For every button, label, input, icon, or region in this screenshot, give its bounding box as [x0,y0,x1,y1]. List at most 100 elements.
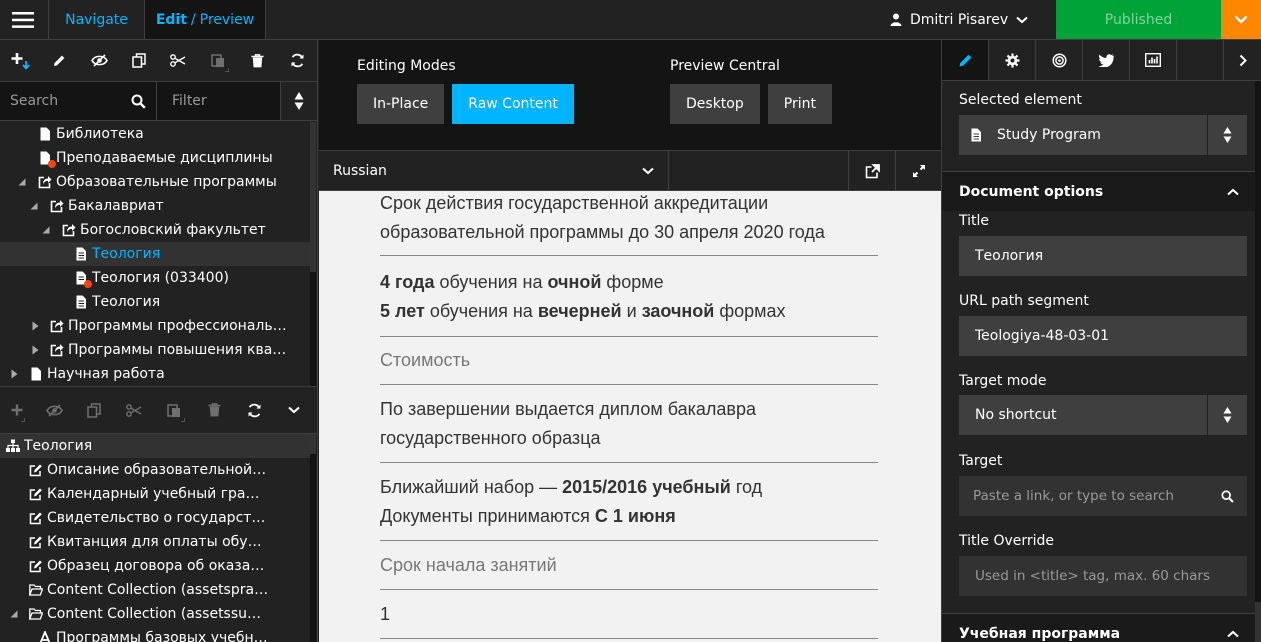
document-icon [76,247,86,261]
content-preview[interactable]: Срок действия государственной аккредитац… [319,191,941,642]
document-tree-scrollbar[interactable] [310,122,316,386]
tree-node[interactable]: Бакалавриат [0,194,310,218]
paste-node-button[interactable] [198,40,238,81]
add-node-button[interactable] [0,40,40,81]
title-label: Title [959,213,990,229]
target-mode-select[interactable]: No shortcut [959,395,1247,435]
copy-node-button[interactable] [119,40,159,81]
content-node[interactable]: Программы базовых учебных... [0,626,310,642]
study-program-header[interactable]: Учебная программа [942,613,1256,642]
title-override-input[interactable]: Used in <title> tag, max. 60 chars [959,556,1247,596]
collapse-inspector-button[interactable] [1223,40,1261,80]
paste-options-marker [181,417,185,422]
content-tree: Теология Описание образовательной п... К… [0,434,310,642]
tree-node[interactable]: Библиотека [0,122,310,146]
content-node[interactable]: Свидетельство о государстве... [0,506,310,530]
tab-edit[interactable] [942,40,989,80]
content-node[interactable]: Content Collection (assetspracti... [0,578,310,602]
toggle-content-tree-button[interactable] [274,390,314,431]
filter-input[interactable]: Filter [157,82,281,120]
user-menu[interactable]: Dmitri Pisarev [890,0,1028,39]
fullscreen-button[interactable] [895,151,941,191]
tab-edit-preview[interactable]: Edit / Preview [144,0,266,39]
delete-node-button[interactable] [238,40,278,81]
menu-icon[interactable] [0,0,46,39]
content-node[interactable]: Квитанция для оплаты обуче... [0,530,310,554]
content-node[interactable]: Образец договора об оказани... [0,554,310,578]
tree-node[interactable]: Образовательные программы [0,170,310,194]
add-content-button[interactable] [0,390,34,431]
refresh-content-button[interactable] [234,390,274,431]
filter-placeholder: Filter [172,93,207,109]
tree-node[interactable]: Программы повышения квал... [0,338,310,362]
inplace-mode-button[interactable]: In-Place [357,84,445,124]
language-select[interactable]: Russian [319,151,669,191]
tree-node[interactable]: Преподаваемые дисциплины [0,146,310,170]
hide-content-button[interactable] [34,390,74,431]
open-external-button[interactable] [849,151,895,191]
title-input[interactable]: Теология [959,236,1247,276]
tab-twitter[interactable] [1083,40,1130,80]
collapse-icon[interactable] [8,608,20,620]
raw-content-mode-button[interactable]: Raw Content [452,84,574,124]
url-label: URL path segment [959,293,1089,309]
cut-node-button[interactable] [159,40,199,81]
url-path-input[interactable]: Teologiya-48-03-01 [959,316,1247,356]
left-panel: Search Filter Библиотека Преподаваемые д… [0,40,318,642]
expand-icon[interactable] [29,320,41,332]
folder-open-icon [29,584,43,596]
enrollment-text[interactable]: Ближайший набор — 2015/2016 учебный год … [380,473,878,541]
collapse-icon[interactable] [28,200,40,212]
expand-icon[interactable] [8,368,20,380]
filter-type-select[interactable] [281,82,317,120]
tree-node-selected[interactable]: Теология [0,242,310,266]
study-duration-text[interactable]: 4 года обучения на очной форме 5 лет обу… [380,268,878,337]
publish-dropdown-button[interactable] [1221,0,1261,39]
tree-node[interactable]: Теология (033400) [0,266,310,290]
paste-content-button[interactable] [154,390,194,431]
tree-node[interactable]: Программы профессиональн... [0,314,310,338]
content-tree-root[interactable]: Теология [0,434,310,458]
edit-node-button[interactable] [40,40,80,81]
top-bar: Navigate Edit / Preview Dmitri Pisarev P… [0,0,1261,40]
search-input[interactable]: Search [0,82,157,120]
tree-node[interactable]: Теология [0,290,310,314]
refresh-tree-button[interactable] [277,40,317,81]
document-tree: Библиотека Преподаваемые дисциплины Обра… [0,122,310,386]
document-options-header[interactable]: Document options [942,171,1256,211]
collapse-icon[interactable] [16,176,28,188]
content-node[interactable]: Календарный учебный график [0,482,310,506]
content-node[interactable]: Описание образовательной п... [0,458,310,482]
editing-modes-title: Editing Modes [357,58,456,74]
cost-heading[interactable]: Стоимость [380,346,878,385]
copy-content-button[interactable] [74,390,114,431]
print-preview-button[interactable]: Print [767,84,832,124]
accreditation-text[interactable]: Срок действия государственной аккредитац… [380,191,878,256]
tab-seo[interactable] [1036,40,1083,80]
collapse-icon[interactable] [40,224,52,236]
tab-analytics[interactable] [1130,40,1177,80]
tree-node-label: Квитанция для оплаты обуче... [47,534,269,550]
cut-content-button[interactable] [114,390,154,431]
expand-icon[interactable] [29,344,41,356]
scissors-icon [126,403,142,417]
tab-navigate[interactable]: Navigate [48,0,144,39]
content-node[interactable]: Content Collection (assetssubje... [0,602,310,626]
start-date-heading[interactable]: Срок начала занятий [380,551,878,590]
selected-element-select[interactable]: Study Program [959,115,1247,155]
search-icon [131,94,146,109]
tab-settings[interactable] [989,40,1036,80]
hide-node-button[interactable] [79,40,119,81]
delete-content-button[interactable] [194,390,234,431]
desktop-preview-button[interactable]: Desktop [670,84,760,124]
study-program-title: Учебная программа [959,625,1121,642]
publish-button[interactable]: Published [1056,0,1221,39]
start-date-value[interactable]: 1 [380,600,878,639]
tree-node[interactable]: Научная работа [0,362,310,386]
inspector-scrollbar[interactable] [1255,81,1261,642]
target-search-input[interactable]: Paste a link, or type to search [959,476,1247,516]
diploma-text[interactable]: По завершении выдается диплом бакалавра … [380,395,878,463]
content-tree-scrollbar[interactable] [310,434,316,642]
chevron-up-icon [1227,630,1239,637]
tree-node[interactable]: Богословский факультет [0,218,310,242]
